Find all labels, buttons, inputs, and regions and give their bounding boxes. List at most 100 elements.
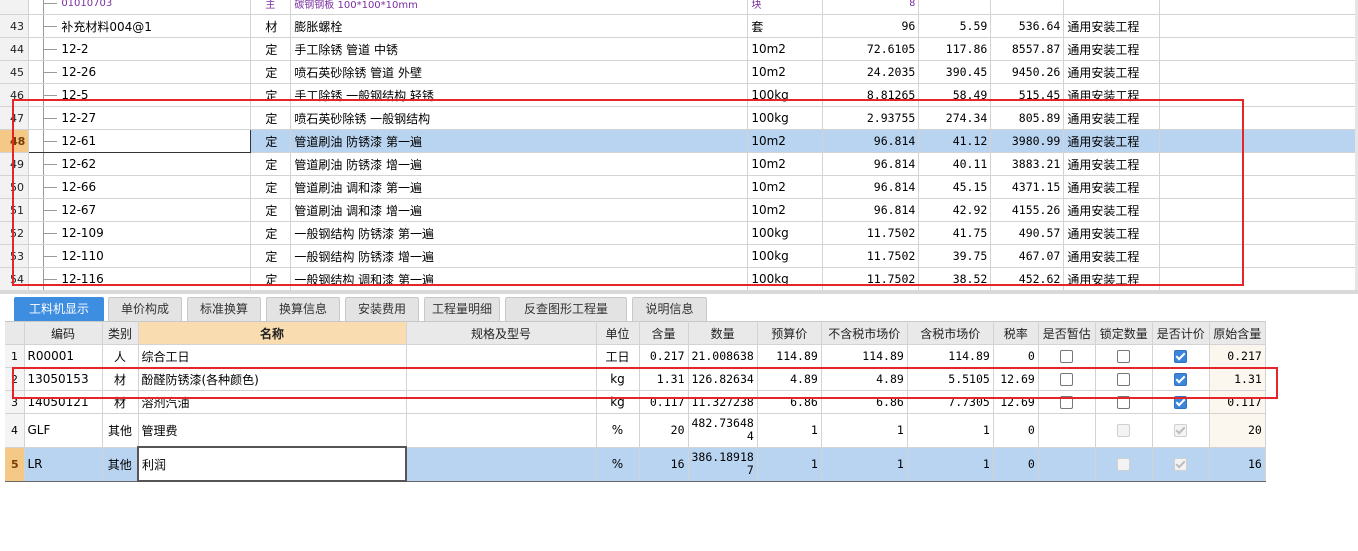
column-header[interactable]: 税率 [993,321,1039,345]
item-unit[interactable]: 套 [747,14,824,38]
resource-quantity[interactable]: 11.327238 [688,390,758,414]
resource-unit[interactable]: kg [596,367,640,391]
row-number[interactable]: 46 [0,83,30,107]
lock-quantity-checkbox[interactable] [1117,396,1131,409]
resource-original-content[interactable]: 1.31 [1209,367,1266,391]
is-priced-checkbox[interactable] [1174,396,1188,409]
item-type[interactable]: 定 [250,37,292,61]
is-provisional-checkbox[interactable] [1060,350,1074,363]
resource-budget-price[interactable]: 114.89 [757,344,822,368]
item-code[interactable]: 12-116 [28,267,252,290]
row-number[interactable]: 51 [0,198,30,222]
tab-1[interactable]: 工料机显示 [14,297,104,321]
item-unit[interactable]: 10m2 [747,198,824,222]
item-name[interactable]: 一般钢结构 防锈漆 第一遍 [290,221,749,245]
item-total[interactable]: 4155.26 [990,198,1065,222]
resource-unit[interactable]: kg [596,390,640,414]
item-specialty[interactable]: 通用安装工程 [1063,106,1161,130]
item-type[interactable]: 定 [250,244,292,268]
resource-quantity[interactable]: 386.189187 [688,446,758,482]
item-unit[interactable]: 100kg [747,267,824,290]
resource-unit[interactable]: 工日 [596,344,640,368]
is-provisional-checkbox[interactable] [1060,373,1074,386]
item-total[interactable]: 9450.26 [990,60,1065,84]
item-unit[interactable]: 10m2 [747,37,824,61]
item-unit-price[interactable]: 42.92 [918,198,992,222]
is-priced[interactable] [1152,413,1210,448]
item-row[interactable]: 01010703 主 碳钢钢板 100*100*10mm 块 8 [0,0,1357,15]
item-type[interactable]: 定 [250,198,292,222]
item-row[interactable]: 52 12-109 定 一般钢结构 防锈漆 第一遍 100kg 11.7502 41.75 4… [0,221,1357,245]
item-code[interactable]: 12-110 [28,244,252,268]
resource-name[interactable]: 利润 [137,446,407,482]
resource-budget-price[interactable]: 4.89 [757,367,822,391]
item-blank[interactable] [1159,60,1357,84]
resource-row[interactable]: 1 R00001 人综合工日 工日 0.217 21.008638 114.89 114.89… [5,344,1266,368]
tab-4[interactable]: 换算信息 [266,297,340,321]
item-unit[interactable]: 10m2 [747,129,824,153]
is-provisional[interactable] [1038,390,1096,414]
tab-5[interactable]: 安装费用 [345,297,419,321]
resource-tax-rate[interactable]: 0 [993,446,1039,482]
item-unit-price[interactable]: 39.75 [918,244,992,268]
lock-quantity-checkbox[interactable] [1117,373,1131,386]
item-specialty[interactable]: 通用安装工程 [1063,129,1161,153]
resource-quantity[interactable]: 21.008638 [688,344,758,368]
item-type[interactable]: 定 [250,83,292,107]
row-number[interactable]: 48 [0,129,30,153]
resource-tax-rate[interactable]: 12.69 [993,390,1039,414]
item-type[interactable]: 定 [250,129,292,153]
resource-market-price-in-tax[interactable]: 7.7305 [907,390,994,414]
item-row[interactable]: 48 12-61 定 管道刷油 防锈漆 第一遍 10m2 96.814 41.12 3980.… [0,129,1357,153]
row-number[interactable]: 5 [5,446,25,482]
resource-content[interactable]: 16 [639,446,689,482]
resource-market-price-ex-tax[interactable]: 4.89 [821,367,908,391]
column-header[interactable]: 数量 [688,321,758,345]
item-code[interactable]: 补充材料004@1 [28,14,252,38]
item-unit-price[interactable] [918,0,992,15]
item-row[interactable]: 43 补充材料004@1 材 膨胀螺栓 套 96 5.59 536.64 通用安装工程 [0,14,1357,38]
item-blank[interactable] [1159,244,1357,268]
row-number[interactable]: 49 [0,152,30,176]
tab-6[interactable]: 工程量明细 [424,297,500,321]
resource-quantity[interactable]: 482.736484 [688,413,758,448]
resource-type[interactable]: 人 [102,344,139,368]
column-header[interactable] [5,321,25,345]
is-provisional[interactable] [1038,413,1096,448]
row-number[interactable]: 54 [0,267,30,290]
resource-market-price-in-tax[interactable]: 1 [907,446,994,482]
item-total[interactable]: 452.62 [990,267,1065,290]
item-unit[interactable]: 10m2 [747,60,824,84]
item-total[interactable]: 515.45 [990,83,1065,107]
item-total[interactable]: 805.89 [990,106,1065,130]
resource-code[interactable]: 14050121 [24,390,103,414]
lock-quantity[interactable] [1095,344,1153,368]
item-row[interactable]: 54 12-116 定 一般钢结构 调和漆 第一遍 100kg 11.7502 38.52 4… [0,267,1357,290]
item-name[interactable]: 手工除锈 管道 中锈 [290,37,749,61]
item-quantity[interactable]: 8.81265 [822,83,920,107]
resource-original-content[interactable]: 16 [1209,446,1266,482]
item-quantity[interactable]: 96.814 [822,175,920,199]
item-code[interactable]: 12-67 [28,198,252,222]
item-blank[interactable] [1159,175,1357,199]
item-total[interactable]: 8557.87 [990,37,1065,61]
column-header[interactable]: 原始含量 [1209,321,1266,345]
item-total[interactable]: 467.07 [990,244,1065,268]
item-name[interactable]: 手工除锈 一般钢结构 轻锈 [290,83,749,107]
column-header[interactable]: 不含税市场价 [821,321,908,345]
item-type[interactable]: 材 [250,14,292,38]
item-row[interactable]: 50 12-66 定 管道刷油 调和漆 第一遍 10m2 96.814 45.15 4371.… [0,175,1357,199]
resource-market-price-ex-tax[interactable]: 6.86 [821,390,908,414]
item-blank[interactable] [1159,129,1357,153]
resource-original-content[interactable]: 0.117 [1209,390,1266,414]
item-name[interactable]: 管道刷油 防锈漆 增一遍 [290,152,749,176]
is-priced-checkbox[interactable] [1174,373,1188,386]
row-number[interactable] [0,0,30,15]
column-header[interactable]: 单位 [596,321,640,345]
item-name[interactable]: 一般钢结构 调和漆 第一遍 [290,267,749,290]
item-total[interactable]: 3883.21 [990,152,1065,176]
resource-type[interactable]: 材 [102,390,139,414]
item-name[interactable]: 管道刷油 调和漆 增一遍 [290,198,749,222]
resource-spec[interactable] [406,390,597,414]
resource-original-content[interactable]: 0.217 [1209,344,1266,368]
